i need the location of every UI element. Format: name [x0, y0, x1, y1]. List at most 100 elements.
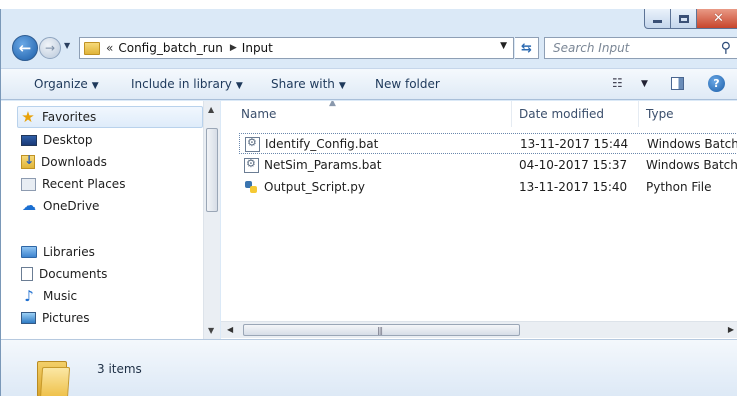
file-date-modified: 13-11-2017 15:40	[519, 180, 628, 194]
file-type: Windows Batch	[647, 137, 737, 151]
file-type: Python File	[646, 180, 712, 194]
scroll-left-icon[interactable]: ◀	[227, 325, 233, 334]
new-folder-button[interactable]: New folder	[375, 77, 440, 91]
nav-recent-places[interactable]: Recent Places	[21, 173, 219, 195]
nav-desktop[interactable]: Desktop	[21, 129, 219, 151]
scroll-right-icon[interactable]: ▶	[728, 325, 734, 334]
include-in-library-menu[interactable]: Include in library ▼	[131, 77, 243, 91]
nav-onedrive[interactable]: ☁ OneDrive	[21, 195, 219, 217]
navigation-pane: ★ Favorites Desktop Downloads Recent Pla…	[1, 101, 220, 339]
python-file-icon	[244, 180, 259, 195]
file-list-horizontal-scrollbar[interactable]: ◀ ||| ▶	[221, 321, 737, 338]
file-date-modified: 13-11-2017 15:44	[520, 137, 629, 151]
back-button[interactable]: ←	[12, 35, 38, 61]
nav-documents[interactable]: Documents	[21, 263, 219, 285]
libraries-icon	[21, 246, 37, 258]
close-button[interactable]: ✕	[697, 9, 737, 29]
maximize-icon	[678, 14, 689, 23]
column-header-row: Name ▲ Date modified Type	[221, 101, 737, 127]
batch-file-icon	[245, 136, 260, 152]
navigation-pane-scrollbar[interactable]: ▲ ▼	[203, 101, 220, 339]
column-header-date-modified[interactable]: Date modified	[519, 107, 604, 121]
background-document-strip	[0, 0, 737, 9]
minimize-icon	[653, 19, 662, 23]
scrollbar-thumb[interactable]: |||	[243, 324, 520, 336]
file-date-modified: 04-10-2017 15:37	[519, 158, 628, 172]
table-row[interactable]: NetSim_Params.bat 04-10-2017 15:37 Windo…	[239, 155, 737, 176]
file-name: NetSim_Params.bat	[264, 158, 382, 172]
explorer-window: ✕ ← → ▼ « Config_batch_run ▶ Input ▼ ⇆ S…	[0, 9, 737, 396]
breadcrumb-config-batch-run[interactable]: Config_batch_run	[118, 41, 223, 55]
nav-libraries-label: Libraries	[43, 245, 95, 259]
nav-favorites[interactable]: ★ Favorites	[17, 106, 203, 128]
item-count: 3 items	[97, 362, 142, 376]
column-divider[interactable]	[511, 101, 512, 127]
scroll-up-icon[interactable]: ▲	[208, 105, 214, 114]
scroll-down-icon[interactable]: ▼	[208, 326, 214, 335]
nav-onedrive-label: OneDrive	[43, 199, 100, 213]
onedrive-icon: ☁	[22, 198, 36, 214]
change-view-icon[interactable]: ☷	[612, 76, 623, 90]
maximize-button[interactable]	[671, 9, 697, 29]
close-icon: ✕	[713, 11, 724, 26]
nav-recent-places-label: Recent Places	[42, 177, 126, 191]
share-with-menu[interactable]: Share with ▼	[271, 77, 346, 91]
recent-places-icon	[21, 177, 36, 191]
forward-button[interactable]: →	[39, 37, 61, 59]
nav-desktop-label: Desktop	[43, 133, 93, 147]
share-with-label: Share with	[271, 77, 335, 91]
folder-icon	[37, 359, 71, 396]
nav-libraries[interactable]: Libraries	[21, 241, 219, 263]
command-bar: Organize ▼ Include in library ▼ Share with…	[1, 68, 737, 100]
minimize-button[interactable]	[644, 9, 671, 29]
view-options-dropdown[interactable]: ▼	[641, 79, 648, 89]
file-name: Output_Script.py	[264, 180, 366, 194]
recent-pages-button[interactable]: ▼	[64, 41, 70, 50]
pictures-icon	[21, 312, 36, 324]
nav-pictures[interactable]: Pictures	[21, 307, 219, 329]
column-header-name[interactable]: Name	[241, 107, 276, 121]
breadcrumb-input[interactable]: Input	[242, 41, 273, 55]
chevron-down-icon: ▼	[235, 81, 243, 91]
documents-icon	[21, 267, 33, 281]
chevron-down-icon: ▼	[338, 81, 346, 91]
column-divider[interactable]	[638, 101, 639, 127]
search-icon[interactable]: ⚲	[721, 40, 731, 56]
refresh-icon: ⇆	[521, 40, 532, 56]
refresh-button[interactable]: ⇆	[515, 37, 539, 59]
arrow-right-icon: →	[44, 41, 56, 55]
desktop-icon	[21, 134, 37, 146]
table-row[interactable]: Identify_Config.bat 13-11-2017 15:44 Win…	[239, 133, 737, 154]
file-name: Identify_Config.bat	[265, 137, 379, 151]
navigation-bar: ← → ▼ « Config_batch_run ▶ Input ▼ ⇆ Sea…	[1, 32, 737, 64]
nav-favorites-label: Favorites	[42, 110, 97, 124]
organize-label: Organize	[34, 77, 88, 91]
nav-music-label: Music	[43, 289, 78, 303]
preview-pane-icon[interactable]	[671, 77, 684, 90]
help-icon[interactable]: ?	[708, 75, 725, 92]
nav-downloads-label: Downloads	[41, 155, 107, 169]
search-placeholder: Search Input	[553, 41, 630, 55]
nav-pictures-label: Pictures	[42, 311, 90, 325]
file-list: Name ▲ Date modified Type Identify_Confi…	[221, 101, 737, 339]
search-input[interactable]: Search Input ⚲	[544, 37, 737, 59]
breadcrumb-overflow[interactable]: «	[106, 41, 113, 55]
table-row[interactable]: Output_Script.py 13-11-2017 15:40 Python…	[239, 177, 737, 198]
caption-buttons: ✕	[644, 9, 737, 29]
chevron-down-icon: ▼	[91, 81, 99, 91]
scrollbar-thumb[interactable]	[206, 128, 218, 212]
folder-icon	[84, 41, 100, 55]
include-in-library-label: Include in library	[131, 77, 232, 91]
address-bar[interactable]: « Config_batch_run ▶ Input ▼	[79, 37, 514, 59]
grip-icon: |||	[377, 326, 383, 335]
nav-music[interactable]: ♪ Music	[21, 285, 219, 307]
address-history-dropdown[interactable]: ▼	[500, 41, 507, 51]
breadcrumb-separator-icon[interactable]: ▶	[230, 43, 237, 53]
nav-downloads[interactable]: Downloads	[21, 151, 219, 173]
organize-menu[interactable]: Organize ▼	[34, 77, 99, 91]
folder-front-shape	[39, 367, 71, 396]
downloads-icon	[21, 153, 35, 169]
music-icon: ♪	[24, 287, 34, 305]
column-header-type[interactable]: Type	[646, 107, 674, 121]
chevron-down-icon: ▼	[64, 41, 71, 50]
